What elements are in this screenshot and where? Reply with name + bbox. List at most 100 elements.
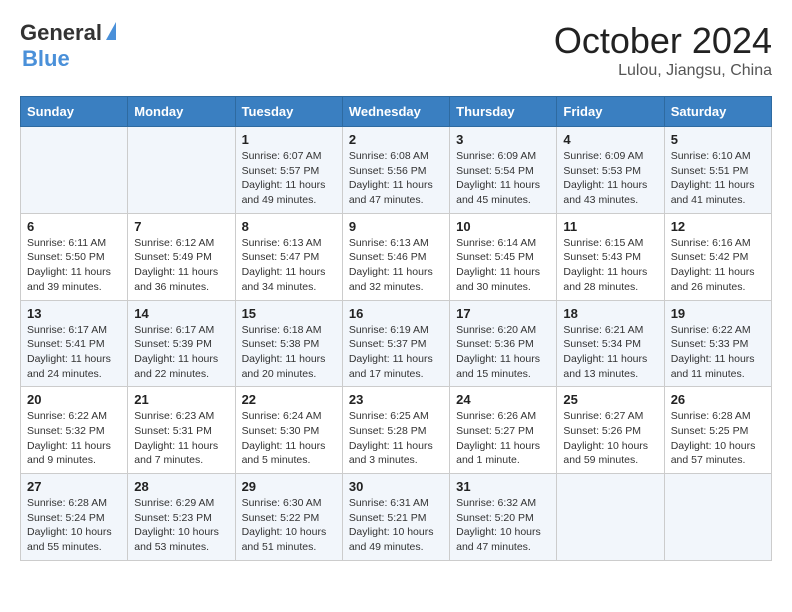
weekday-header: Monday [128, 97, 235, 127]
weekday-header: Saturday [664, 97, 771, 127]
day-info: Sunrise: 6:08 AMSunset: 5:56 PMDaylight:… [349, 149, 443, 208]
day-number: 1 [242, 132, 336, 147]
day-number: 18 [563, 306, 657, 321]
day-info: Sunrise: 6:15 AMSunset: 5:43 PMDaylight:… [563, 236, 657, 295]
day-info: Sunrise: 6:19 AMSunset: 5:37 PMDaylight:… [349, 323, 443, 382]
calendar-cell: 7 Sunrise: 6:12 AMSunset: 5:49 PMDaylight… [128, 213, 235, 300]
calendar-cell: 31 Sunrise: 6:32 AMSunset: 5:20 PMDayligh… [450, 474, 557, 561]
day-number: 19 [671, 306, 765, 321]
day-number: 10 [456, 219, 550, 234]
calendar-cell: 10 Sunrise: 6:14 AMSunset: 5:45 PMDayligh… [450, 213, 557, 300]
day-info: Sunrise: 6:11 AMSunset: 5:50 PMDaylight:… [27, 236, 121, 295]
day-number: 5 [671, 132, 765, 147]
page-header: General Blue October 2024 Lulou, Jiangsu… [20, 20, 772, 80]
day-info: Sunrise: 6:16 AMSunset: 5:42 PMDaylight:… [671, 236, 765, 295]
calendar-cell: 3 Sunrise: 6:09 AMSunset: 5:54 PMDaylight… [450, 127, 557, 214]
day-info: Sunrise: 6:27 AMSunset: 5:26 PMDaylight:… [563, 409, 657, 468]
calendar-cell: 28Sunrise: 6:29 AMSunset: 5:23 PMDayligh… [128, 474, 235, 561]
calendar-cell: 2Sunrise: 6:08 AMSunset: 5:56 PMDaylight… [342, 127, 449, 214]
day-info: Sunrise: 6:12 AMSunset: 5:49 PMDaylight:… [134, 236, 228, 295]
day-number: 17 [456, 306, 550, 321]
title-block: October 2024 Lulou, Jiangsu, China [554, 20, 772, 80]
day-number: 3 [456, 132, 550, 147]
day-info: Sunrise: 6:32 AMSunset: 5:20 PMDaylight:… [456, 496, 550, 555]
day-info: Sunrise: 6:14 AMSunset: 5:45 PMDaylight:… [456, 236, 550, 295]
calendar-cell: 21 Sunrise: 6:23 AMSunset: 5:31 PMDayligh… [128, 387, 235, 474]
calendar-cell: 29 Sunrise: 6:30 AMSunset: 5:22 PMDayligh… [235, 474, 342, 561]
calendar-cell: 26 Sunrise: 6:28 AMSunset: 5:25 PMDayligh… [664, 387, 771, 474]
day-number: 23 [349, 392, 443, 407]
day-info: Sunrise: 6:28 AMSunset: 5:25 PMDaylight:… [671, 409, 765, 468]
day-info: Sunrise: 6:21 AMSunset: 5:34 PMDaylight:… [563, 323, 657, 382]
location-label: Lulou, Jiangsu, China [554, 62, 772, 80]
calendar-cell: 16 Sunrise: 6:19 AMSunset: 5:37 PMDayligh… [342, 300, 449, 387]
day-info: Sunrise: 6:18 AMSunset: 5:38 PMDaylight:… [242, 323, 336, 382]
day-info: Sunrise: 6:23 AMSunset: 5:31 PMDaylight:… [134, 409, 228, 468]
logo-general-text: General [20, 20, 102, 46]
weekday-header: Wednesday [342, 97, 449, 127]
month-title: October 2024 [554, 20, 772, 62]
calendar-cell [557, 474, 664, 561]
day-info: Sunrise: 6:30 AMSunset: 5:22 PMDaylight:… [242, 496, 336, 555]
calendar-cell: 24 Sunrise: 6:26 AMSunset: 5:27 PMDayligh… [450, 387, 557, 474]
day-number: 22 [242, 392, 336, 407]
calendar-cell: 23 Sunrise: 6:25 AMSunset: 5:28 PMDayligh… [342, 387, 449, 474]
calendar-cell: 19 Sunrise: 6:22 AMSunset: 5:33 PMDayligh… [664, 300, 771, 387]
calendar-cell: 15 Sunrise: 6:18 AMSunset: 5:38 PMDayligh… [235, 300, 342, 387]
calendar-cell: 8 Sunrise: 6:13 AMSunset: 5:47 PMDaylight… [235, 213, 342, 300]
day-number: 13 [27, 306, 121, 321]
day-info: Sunrise: 6:20 AMSunset: 5:36 PMDaylight:… [456, 323, 550, 382]
logo-triangle-icon [106, 22, 116, 40]
day-number: 16 [349, 306, 443, 321]
day-info: Sunrise: 6:26 AMSunset: 5:27 PMDaylight:… [456, 409, 550, 468]
calendar-cell: 22 Sunrise: 6:24 AMSunset: 5:30 PMDayligh… [235, 387, 342, 474]
day-number: 12 [671, 219, 765, 234]
weekday-header: Friday [557, 97, 664, 127]
day-number: 21 [134, 392, 228, 407]
calendar-cell: 12 Sunrise: 6:16 AMSunset: 5:42 PMDayligh… [664, 213, 771, 300]
day-number: 31 [456, 479, 550, 494]
calendar-cell: 1 Sunrise: 6:07 AMSunset: 5:57 PMDaylight… [235, 127, 342, 214]
calendar-cell: 17 Sunrise: 6:20 AMSunset: 5:36 PMDayligh… [450, 300, 557, 387]
calendar-cell: 5 Sunrise: 6:10 AMSunset: 5:51 PMDaylight… [664, 127, 771, 214]
calendar-cell: 14Sunrise: 6:17 AMSunset: 5:39 PMDayligh… [128, 300, 235, 387]
day-number: 29 [242, 479, 336, 494]
day-info: Sunrise: 6:10 AMSunset: 5:51 PMDaylight:… [671, 149, 765, 208]
calendar-cell: 4Sunrise: 6:09 AMSunset: 5:53 PMDaylight… [557, 127, 664, 214]
day-number: 26 [671, 392, 765, 407]
day-number: 25 [563, 392, 657, 407]
calendar-cell: 30Sunrise: 6:31 AMSunset: 5:21 PMDayligh… [342, 474, 449, 561]
day-info: Sunrise: 6:07 AMSunset: 5:57 PMDaylight:… [242, 149, 336, 208]
day-info: Sunrise: 6:13 AMSunset: 5:47 PMDaylight:… [242, 236, 336, 295]
calendar-cell: 11Sunrise: 6:15 AMSunset: 5:43 PMDayligh… [557, 213, 664, 300]
day-info: Sunrise: 6:28 AMSunset: 5:24 PMDaylight:… [27, 496, 121, 555]
day-number: 8 [242, 219, 336, 234]
day-info: Sunrise: 6:24 AMSunset: 5:30 PMDaylight:… [242, 409, 336, 468]
calendar-cell: 20Sunrise: 6:22 AMSunset: 5:32 PMDayligh… [21, 387, 128, 474]
day-number: 14 [134, 306, 228, 321]
calendar-cell: 9Sunrise: 6:13 AMSunset: 5:46 PMDaylight… [342, 213, 449, 300]
day-info: Sunrise: 6:09 AMSunset: 5:53 PMDaylight:… [563, 149, 657, 208]
logo: General Blue [20, 20, 116, 72]
day-info: Sunrise: 6:13 AMSunset: 5:46 PMDaylight:… [349, 236, 443, 295]
day-number: 20 [27, 392, 121, 407]
calendar-cell [128, 127, 235, 214]
logo-blue-text: Blue [22, 46, 70, 72]
day-info: Sunrise: 6:22 AMSunset: 5:33 PMDaylight:… [671, 323, 765, 382]
calendar-table: SundayMondayTuesdayWednesdayThursdayFrid… [20, 96, 772, 561]
day-info: Sunrise: 6:29 AMSunset: 5:23 PMDaylight:… [134, 496, 228, 555]
weekday-header: Tuesday [235, 97, 342, 127]
day-number: 7 [134, 219, 228, 234]
weekday-header: Thursday [450, 97, 557, 127]
weekday-header: Sunday [21, 97, 128, 127]
day-number: 24 [456, 392, 550, 407]
day-info: Sunrise: 6:09 AMSunset: 5:54 PMDaylight:… [456, 149, 550, 208]
day-number: 30 [349, 479, 443, 494]
day-number: 15 [242, 306, 336, 321]
day-number: 6 [27, 219, 121, 234]
calendar-cell: 13Sunrise: 6:17 AMSunset: 5:41 PMDayligh… [21, 300, 128, 387]
calendar-cell: 6 Sunrise: 6:11 AMSunset: 5:50 PMDaylight… [21, 213, 128, 300]
calendar-cell [21, 127, 128, 214]
day-info: Sunrise: 6:25 AMSunset: 5:28 PMDaylight:… [349, 409, 443, 468]
calendar-cell: 25 Sunrise: 6:27 AMSunset: 5:26 PMDayligh… [557, 387, 664, 474]
